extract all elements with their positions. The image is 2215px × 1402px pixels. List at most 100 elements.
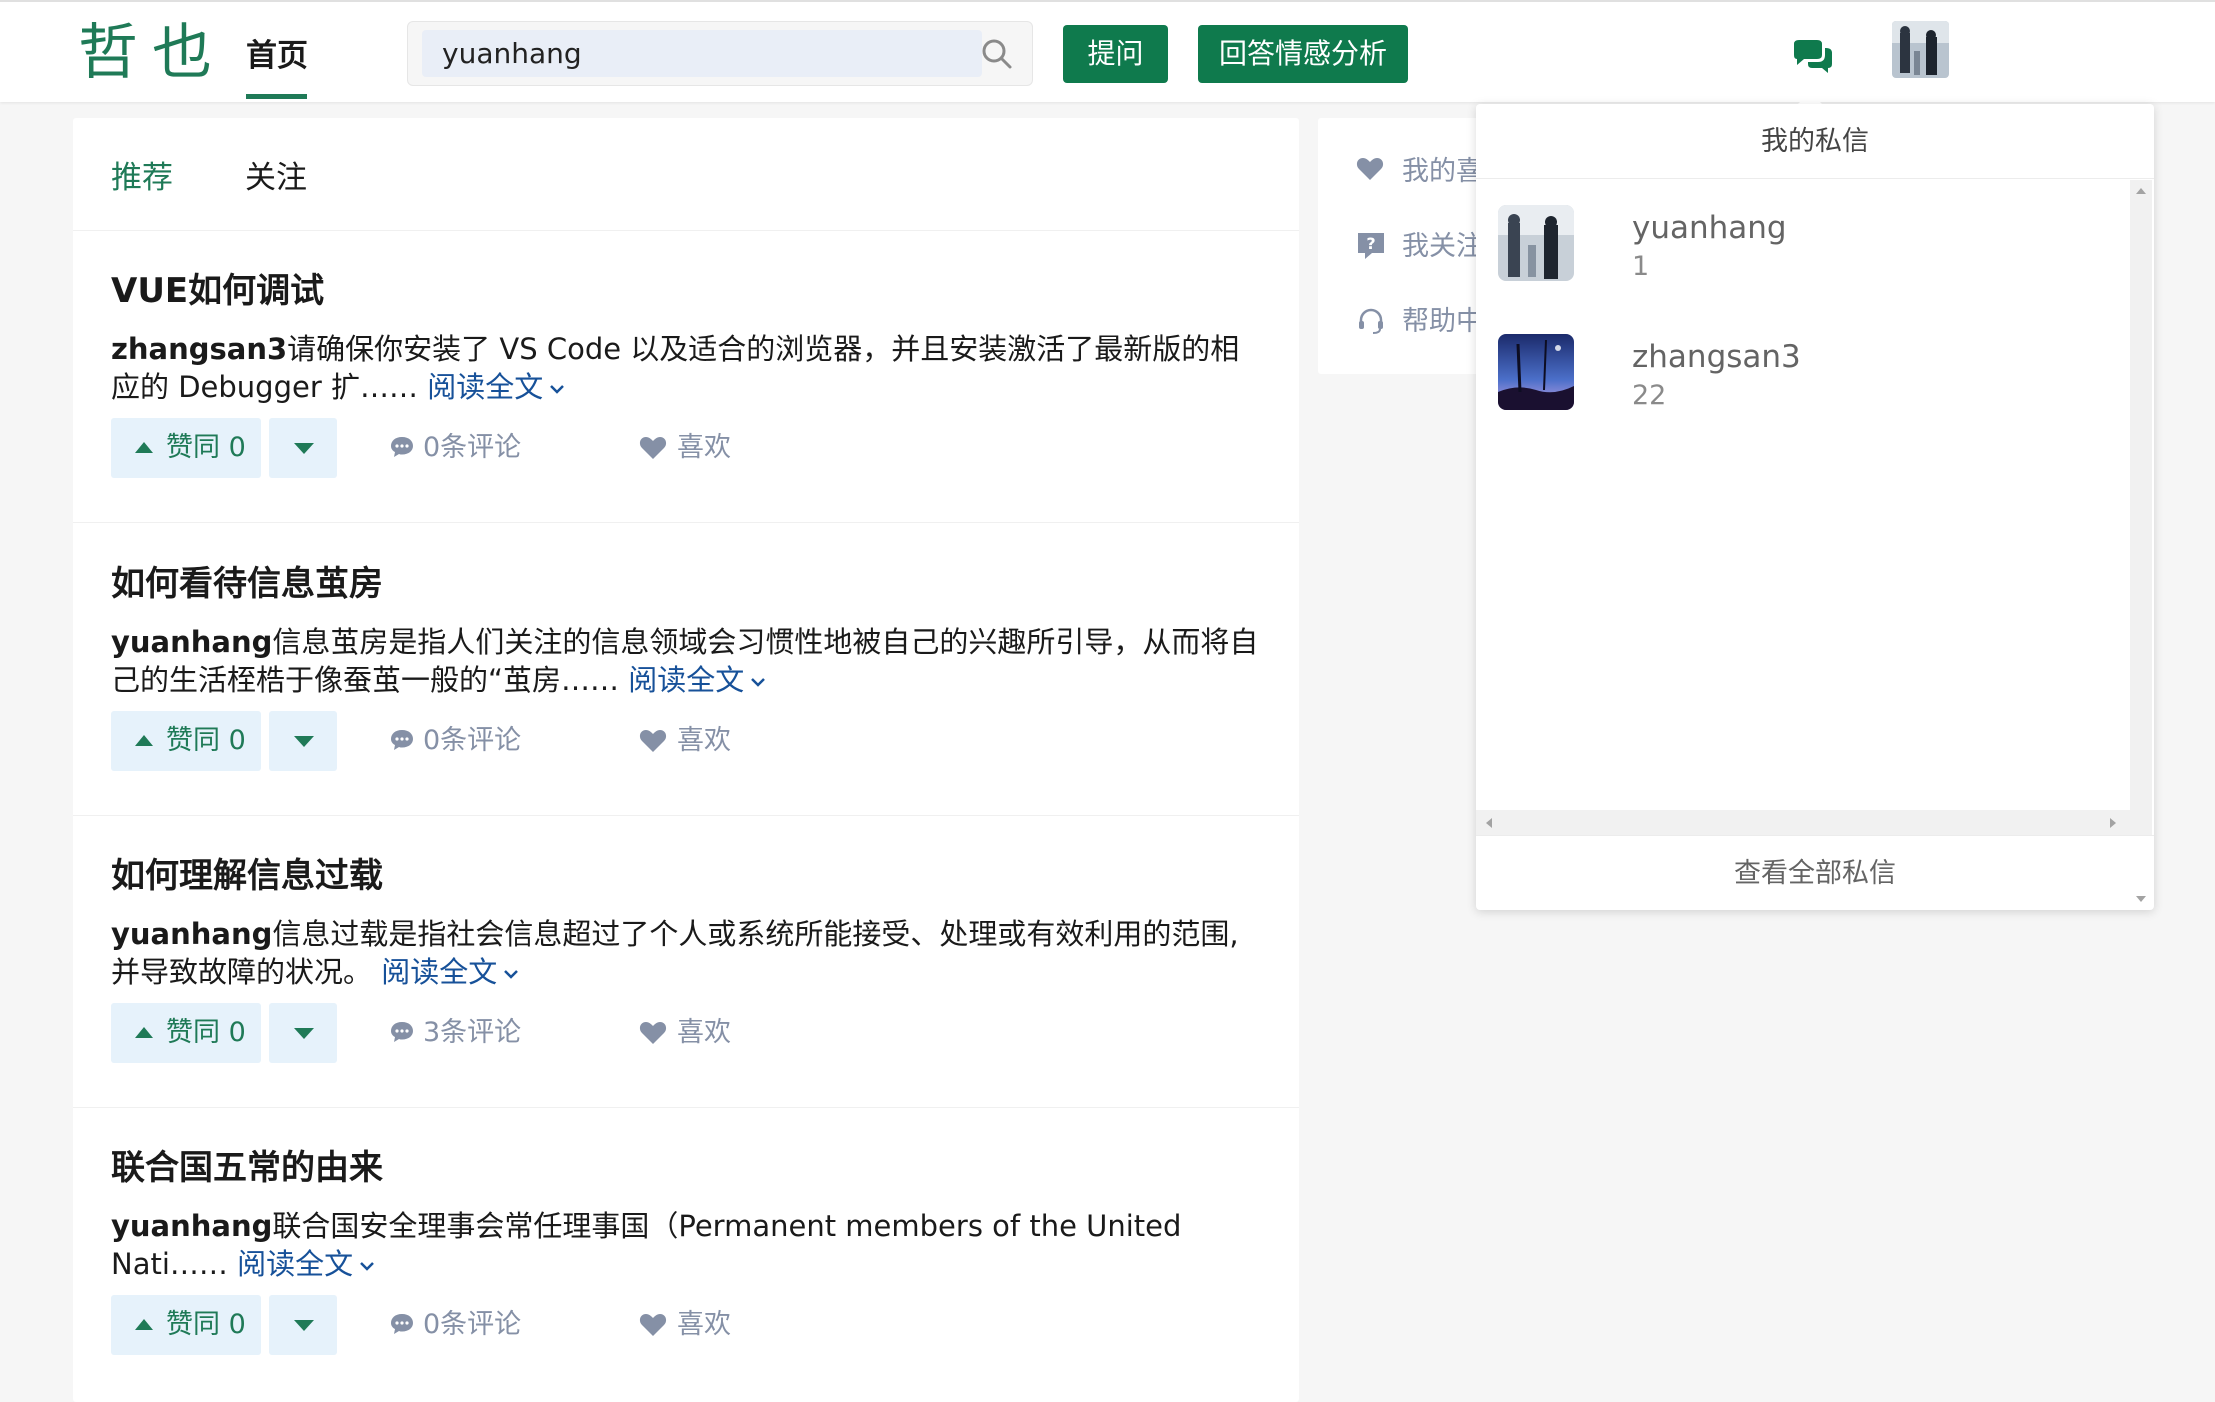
card-actions: 赞同 0 0条评论 喜欢 <box>111 418 811 478</box>
top-navbar: 哲也 首页 提问 回答情感分析 <box>0 0 2215 102</box>
question-title[interactable]: VUE如何调试 <box>111 269 324 313</box>
horizontal-scrollbar[interactable] <box>1476 810 2130 835</box>
like-label: 喜欢 <box>677 1309 731 1340</box>
tab-follow[interactable]: 关注 <box>245 158 307 198</box>
side-item-label: 我的喜 <box>1402 156 1483 187</box>
upvote-button[interactable]: 赞同 0 <box>111 418 261 478</box>
heart-icon <box>639 1314 667 1336</box>
caret-up-icon <box>135 1319 153 1330</box>
upvote-label: 赞同 0 <box>166 725 246 756</box>
comments-count: 3条评论 <box>423 1017 522 1048</box>
card-actions: 赞同 0 3条评论 喜欢 <box>111 1003 811 1063</box>
like-label: 喜欢 <box>677 725 731 756</box>
like-label: 喜欢 <box>677 432 731 463</box>
answer-excerpt: yuanhang信息茧房是指人们关注的信息领域会习惯性地被自己的兴趣所引导，从而… <box>111 623 1261 699</box>
ask-question-button[interactable]: 提问 <box>1063 25 1168 83</box>
answer-excerpt: zhangsan3请确保你安装了 VS Code 以及适合的浏览器，并且安装激活… <box>111 330 1261 406</box>
downvote-button[interactable] <box>269 711 337 771</box>
search-icon[interactable] <box>980 37 1014 71</box>
excerpt-text: 信息过载是指社会信息超过了个人或系统所能接受、处理或有效利用的范围,并导致故障的… <box>111 917 1239 989</box>
feed-card: 联合国五常的由来 yuanhang联合国安全理事会常任理事国（Permanent… <box>73 1108 1299 1400</box>
side-item-label: 帮助中 <box>1402 306 1483 337</box>
read-more-link[interactable]: 阅读全文 <box>237 1247 375 1281</box>
chevron-down-icon <box>360 1262 375 1271</box>
feed-card: 如何看待信息茧房 yuanhang信息茧房是指人们关注的信息领域会习惯性地被自己… <box>73 524 1299 816</box>
comment-icon <box>391 437 413 457</box>
question-title[interactable]: 联合国五常的由来 <box>111 1146 383 1190</box>
feed-tabs: 推荐 关注 <box>73 118 1299 231</box>
card-actions: 赞同 0 0条评论 喜欢 <box>111 711 811 771</box>
downvote-button[interactable] <box>269 418 337 478</box>
caret-up-icon <box>135 1027 153 1038</box>
read-more-link[interactable]: 阅读全文 <box>427 370 565 404</box>
read-more-label: 阅读全文 <box>237 1247 354 1281</box>
comments-count: 0条评论 <box>423 432 522 463</box>
question-title[interactable]: 如何看待信息茧房 <box>111 562 383 606</box>
chevron-down-icon <box>550 385 565 394</box>
comments-count: 0条评论 <box>423 725 522 756</box>
view-all-messages-link[interactable]: 查看全部私信 <box>1476 835 2154 910</box>
answer-author: yuanhang <box>111 1209 273 1243</box>
answer-author: zhangsan3 <box>111 332 288 366</box>
caret-down-icon <box>294 1028 314 1039</box>
search-box <box>407 21 1033 86</box>
site-logo[interactable]: 哲也 <box>78 18 226 88</box>
comment-icon <box>391 1314 413 1334</box>
message-item[interactable]: yuanhang 1 <box>1498 205 2118 285</box>
nav-home-link[interactable]: 首页 <box>246 36 308 76</box>
heart-icon <box>639 730 667 752</box>
downvote-button[interactable] <box>269 1295 337 1355</box>
upvote-button[interactable]: 赞同 0 <box>111 711 261 771</box>
read-more-link[interactable]: 阅读全文 <box>628 663 766 697</box>
question-icon: ? <box>1358 233 1384 259</box>
message-sender-name: zhangsan3 <box>1632 339 1801 375</box>
upvote-button[interactable]: 赞同 0 <box>111 1003 261 1063</box>
chevron-down-icon <box>504 970 519 979</box>
upvote-label: 赞同 0 <box>166 1017 246 1048</box>
avatar <box>1498 334 1574 410</box>
scroll-left-arrow-icon[interactable] <box>1486 818 1492 828</box>
caret-up-icon <box>135 442 153 453</box>
user-avatar[interactable] <box>1892 21 1949 78</box>
feed-card: 如何理解信息过载 yuanhang信息过载是指社会信息超过了个人或系统所能接受、… <box>73 816 1299 1108</box>
question-feed: 推荐 关注 VUE如何调试 zhangsan3请确保你安装了 VS Code 以… <box>73 118 1299 1402</box>
answer-sentiment-analysis-button[interactable]: 回答情感分析 <box>1198 25 1408 83</box>
scroll-up-arrow-icon[interactable] <box>2136 188 2146 194</box>
comment-icon <box>391 730 413 750</box>
message-item[interactable]: zhangsan3 22 <box>1498 334 2118 414</box>
message-sender-name: yuanhang <box>1632 210 1787 246</box>
answer-author: yuanhang <box>111 625 273 659</box>
heart-icon <box>639 1022 667 1044</box>
vertical-scrollbar[interactable] <box>2130 180 2152 902</box>
heart-icon <box>639 437 667 459</box>
nav-home-active-indicator <box>246 94 307 99</box>
scroll-right-arrow-icon[interactable] <box>2110 818 2116 828</box>
tab-recommend[interactable]: 推荐 <box>111 158 173 198</box>
chevron-down-icon <box>751 678 766 687</box>
message-count: 1 <box>1632 251 1650 282</box>
caret-down-icon <box>294 443 314 454</box>
answer-author: yuanhang <box>111 917 273 951</box>
upvote-label: 赞同 0 <box>166 1309 246 1340</box>
card-actions: 赞同 0 0条评论 喜欢 <box>111 1295 811 1355</box>
like-label: 喜欢 <box>677 1017 731 1048</box>
upvote-label: 赞同 0 <box>166 432 246 463</box>
heart-icon <box>1356 158 1384 180</box>
messages-list: yuanhang 1 zhangsan3 22 <box>1476 180 2130 810</box>
caret-up-icon <box>135 735 153 746</box>
feed-card: VUE如何调试 zhangsan3请确保你安装了 VS Code 以及适合的浏览… <box>73 231 1299 523</box>
comment-icon <box>391 1022 413 1042</box>
search-input[interactable] <box>422 30 982 77</box>
read-more-label: 阅读全文 <box>381 955 498 989</box>
upvote-button[interactable]: 赞同 0 <box>111 1295 261 1355</box>
read-more-label: 阅读全文 <box>628 663 745 697</box>
read-more-label: 阅读全文 <box>427 370 544 404</box>
question-title[interactable]: 如何理解信息过载 <box>111 854 383 898</box>
message-count: 22 <box>1632 380 1667 411</box>
downvote-button[interactable] <box>269 1003 337 1063</box>
messages-title: 我的私信 <box>1476 104 2154 179</box>
comments-count: 0条评论 <box>423 1309 522 1340</box>
messages-dropdown: 我的私信 yuanhang 1 zhangsan3 22 查看全部私信 <box>1476 104 2154 910</box>
chat-bubbles-icon[interactable] <box>1790 38 1836 78</box>
read-more-link[interactable]: 阅读全文 <box>381 955 519 989</box>
